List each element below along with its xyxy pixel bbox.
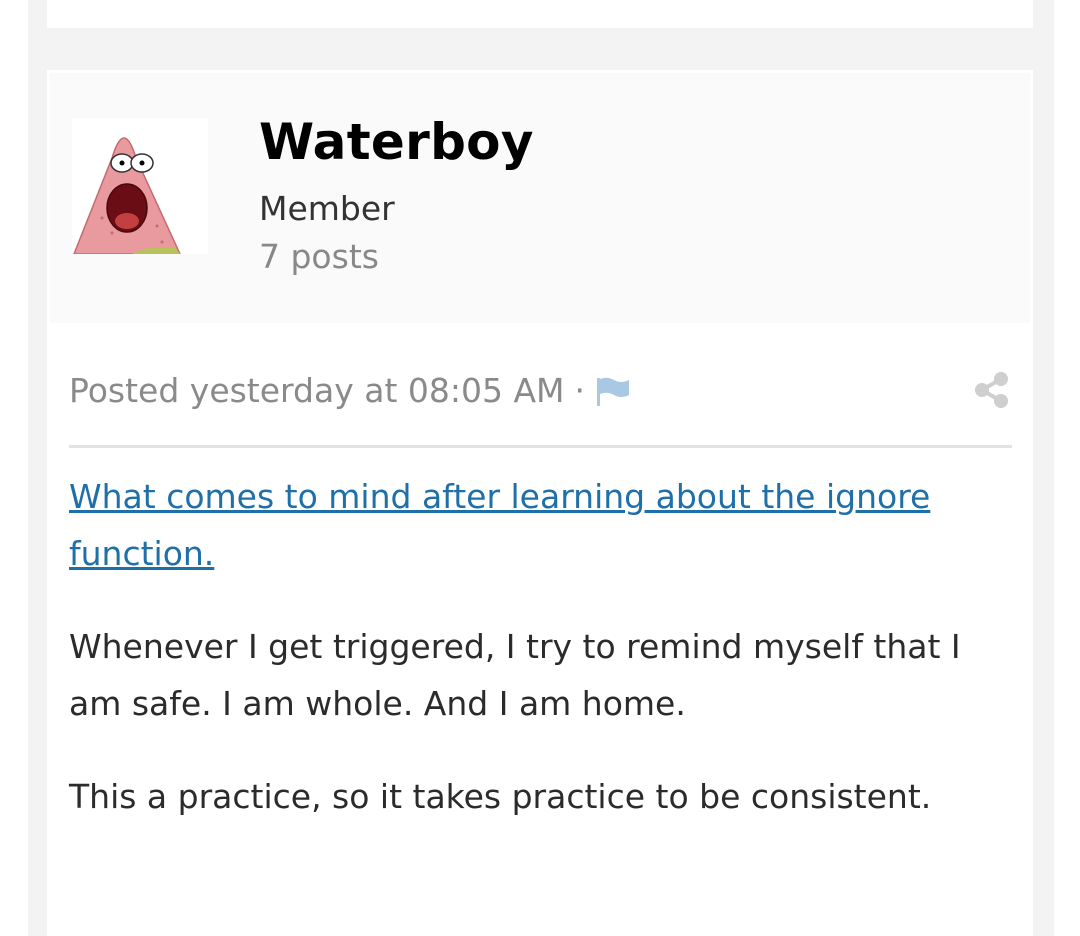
author-name[interactable]: Waterboy <box>259 113 534 171</box>
post-meta: Posted yesterday at 08:05 AM · <box>69 368 1012 412</box>
post-card: Waterboy Member 7 posts Posted yesterday… <box>47 70 1033 936</box>
patrick-star-avatar-icon <box>72 118 208 254</box>
avatar[interactable] <box>72 118 208 254</box>
post-paragraph-1: Whenever I get triggered, I try to remin… <box>69 627 961 723</box>
author-post-count: 7 posts <box>259 237 379 276</box>
author-rank: Member <box>259 189 395 228</box>
post-content: What comes to mind after learning about … <box>69 468 989 861</box>
previous-post-card <box>47 0 1033 28</box>
flag-icon[interactable] <box>595 376 631 408</box>
post-timestamp[interactable]: Posted yesterday at 08:05 AM <box>69 371 565 410</box>
share-icon[interactable] <box>972 370 1012 410</box>
meta-divider <box>69 445 1012 448</box>
author-block: Waterboy Member 7 posts <box>50 73 1030 323</box>
meta-separator: · <box>574 370 586 410</box>
post-link[interactable]: What comes to mind after learning about … <box>69 477 930 573</box>
post-paragraph-2: This a practice, so it takes practice to… <box>69 777 932 816</box>
